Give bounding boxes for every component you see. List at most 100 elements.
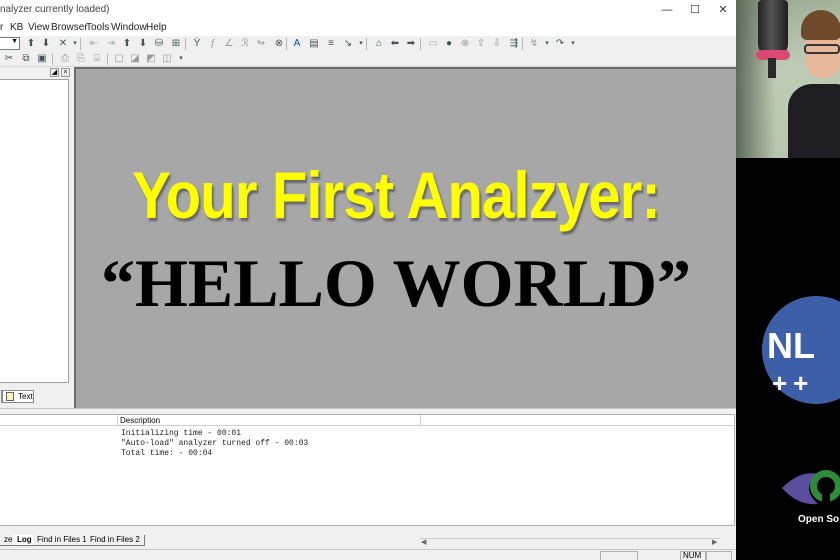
log-line: Total time: - 00:04 <box>121 449 213 458</box>
workspace-tab-text[interactable]: Text <box>2 390 34 403</box>
toolbar-combo-box[interactable]: ▼ <box>0 37 20 50</box>
outdent-icon[interactable]: ⇥ <box>104 37 118 51</box>
open-source-text: Open So <box>798 514 840 525</box>
output-tab-find-in-files-1[interactable]: Find in Files 1 <box>33 535 92 546</box>
workspace-tab-text-label: Text <box>18 392 33 401</box>
toolbar-separator <box>107 53 108 65</box>
panel-close-icon[interactable]: × <box>61 68 70 77</box>
rule-icon[interactable]: ƒ <box>206 37 220 51</box>
main-toolbar: ▼ ⬆ ⬇ ✕ ▾ ⇤ ⇥ ⬆ ⬇ ⛁ ⊞ Ÿ ƒ ∠ ℛ ↬ ⊗ A ▤ ≡ … <box>0 36 736 52</box>
dictionary-icon[interactable]: ▤ <box>307 37 321 51</box>
scroll-right-icon[interactable]: ▶ <box>712 538 717 546</box>
presenter-body <box>788 84 840 158</box>
chevron-down-icon: ▼ <box>11 38 18 45</box>
dropdown-arrow-icon[interactable]: ▾ <box>540 37 554 51</box>
workspace-panel: ◢ × Text <box>0 67 74 407</box>
toolbar-separator <box>420 38 421 50</box>
toolbar-separator <box>185 38 186 50</box>
output-panel: Description Initializing time - 00:01 "A… <box>0 408 736 547</box>
list-sort-icon[interactable]: ≡ <box>324 37 338 51</box>
output-list-header: Description <box>0 415 734 426</box>
output-column-description[interactable]: Description <box>120 416 160 425</box>
pattern-icon[interactable]: ∠ <box>222 37 236 51</box>
presenter-hair <box>801 10 840 40</box>
sample-icon[interactable]: ℛ <box>238 37 252 51</box>
workspace-tree[interactable] <box>0 79 69 383</box>
step-out-icon[interactable]: ⇩ <box>490 37 504 51</box>
back-icon[interactable]: ⬅ <box>388 37 402 51</box>
font-icon[interactable]: A <box>290 37 304 51</box>
microphone-stand <box>768 58 776 78</box>
log-line: Initializing time - 00:01 <box>121 429 242 438</box>
menu-item-view[interactable]: View <box>28 22 50 33</box>
status-cell-empty <box>600 551 638 560</box>
indent-icon[interactable]: ⇤ <box>87 37 101 51</box>
print-icon[interactable]: ⎙ <box>58 52 72 66</box>
page-setup-icon[interactable]: ⌸ <box>90 52 104 66</box>
paste-icon[interactable]: ▣ <box>35 52 49 66</box>
generate-icon[interactable]: ↬ <box>254 37 268 51</box>
step-into-icon[interactable]: ⇧ <box>474 37 488 51</box>
menu-bar: r KB View Browser Tools Window Help <box>0 20 736 37</box>
toolbar-separator <box>286 38 287 50</box>
move-up-icon[interactable]: ⬆ <box>120 37 134 51</box>
status-num-lock: NUM <box>680 551 706 560</box>
output-column-header[interactable] <box>0 415 118 426</box>
stream-sidebar: NL ++ Open So <box>736 158 840 560</box>
toolbar-separator <box>366 38 367 50</box>
output-horizontal-scrollbar[interactable]: ◀ ▶ <box>420 538 720 547</box>
menu-item-help[interactable]: Help <box>146 22 167 33</box>
output-tab-find-in-files-2[interactable]: Find in Files 2 <box>86 535 145 546</box>
grammar-icon[interactable]: Ÿ <box>190 37 204 51</box>
output-column-divider <box>420 415 421 426</box>
panel-pin-icon[interactable]: ◢ <box>50 68 59 77</box>
menu-item-window[interactable]: Window <box>111 22 147 33</box>
status-bar: NUM <box>0 549 736 560</box>
window-icon[interactable]: ▢ <box>112 52 126 66</box>
dropdown-arrow-icon[interactable]: ▾ <box>174 52 188 66</box>
output-tabs: ze Log Find in Files 1 Find in Files 2 <box>0 535 420 547</box>
minimize-button[interactable]: — <box>652 0 682 20</box>
tile-icon[interactable]: ◪ <box>128 52 142 66</box>
menu-item-browser[interactable]: Browser <box>51 22 88 33</box>
scroll-left-icon[interactable]: ◀ <box>421 538 426 546</box>
cut-icon[interactable]: ✂ <box>2 52 16 66</box>
arrange-icon[interactable]: ◫ <box>160 52 174 66</box>
run-icon[interactable]: ↯ <box>527 37 541 51</box>
open-folder-icon[interactable]: ⛁ <box>152 37 166 51</box>
print-preview-icon[interactable]: ⎘ <box>74 52 88 66</box>
presenter-glasses <box>804 44 840 54</box>
debug-icon[interactable]: ⇶ <box>507 37 521 51</box>
toolbar-separator <box>522 38 523 50</box>
log-line: "Auto-load" analyzer turned off - 00:03 <box>121 439 309 448</box>
webcam-feed <box>736 0 840 158</box>
forward-icon[interactable]: ➡ <box>404 37 418 51</box>
window-title: nalyzer currently loaded) <box>0 4 110 15</box>
wand-icon[interactable]: ↘ <box>341 37 355 51</box>
output-log-list[interactable]: Description Initializing time - 00:01 "A… <box>0 414 735 526</box>
menu-item-tools[interactable]: Tools <box>86 22 109 33</box>
headline-title: Your First Analzyer: <box>132 158 661 232</box>
home-icon[interactable]: ⌂ <box>372 37 386 51</box>
dropdown-arrow-icon[interactable]: ▾ <box>566 37 580 51</box>
arrow-up-icon[interactable]: ⬆ <box>24 37 38 51</box>
record-icon[interactable]: ● <box>442 37 456 51</box>
maximize-button[interactable]: ☐ <box>680 0 710 20</box>
tree-icon[interactable]: ⊞ <box>169 37 183 51</box>
redo-icon[interactable]: ↷ <box>553 37 567 51</box>
arrow-down-icon[interactable]: ⬇ <box>39 37 53 51</box>
close-button[interactable]: ✕ <box>708 0 736 20</box>
menu-item-partial[interactable]: r <box>0 22 3 33</box>
edit-toolbar: ✂ ⧉ ▣ ⎙ ⎘ ⌸ ▢ ◪ ◩ ◫ ▾ <box>0 51 736 67</box>
cascade-icon[interactable]: ◩ <box>144 52 158 66</box>
nlp-logo-text: NL <box>767 325 815 366</box>
page-icon[interactable]: ▭ <box>426 37 440 51</box>
copy-icon[interactable]: ⧉ <box>19 52 33 66</box>
main-view-slide: Your First Analzyer: “HELLO WORLD” <box>74 67 736 408</box>
move-down-icon[interactable]: ⬇ <box>136 37 150 51</box>
status-cell-empty <box>706 551 732 560</box>
menu-item-kb[interactable]: KB <box>10 22 23 33</box>
step-icon[interactable]: ⊕ <box>458 37 472 51</box>
analyzer-app-window: nalyzer currently loaded) — ☐ ✕ r KB Vie… <box>0 0 736 560</box>
stop-icon[interactable]: ⊗ <box>272 37 286 51</box>
